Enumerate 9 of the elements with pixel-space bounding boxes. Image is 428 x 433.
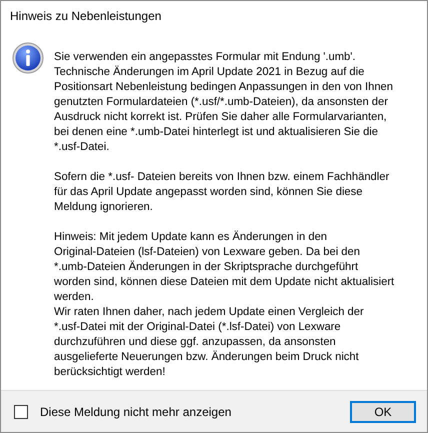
message-paragraph: Hinweis: Mit jedem Update kann es Änderungen in den Original-Dateien (lsf-Dateien) von Lexware geben. Da bei den *.umb-Dateien Änderungen in der Skriptsprache durchgeführt worden sind, können diese Dateien mit dem Update nicht aktualisiert werden. (54, 230, 394, 305)
window-title: Hinweis zu Nebenleistungen (10, 9, 162, 23)
checkbox-label: Diese Meldung nicht mehr anzeigen (40, 404, 232, 418)
info-icon (12, 42, 44, 74)
ok-button[interactable]: OK (350, 400, 416, 422)
checkbox[interactable] (14, 404, 28, 418)
message-paragraph: Sofern die *.usf- Dateien bereits von Ihnen bzw. einem Fachhändler für das April Update angepasst worden sind, können Sie diese Meldung ignorieren. (54, 170, 390, 215)
message-paragraph: Sie verwenden ein angepasstes Formular mit Endung '.umb'. Technische Änderungen im April Update 2021 in Bezug auf die Positionsart Nebenleistung bedingen Anpassungen in den von Ihnen genutzten Formulardateien (*.usf/*.umb-Dateien), da ansonsten der Ausdruck nicht korrekt ist. Prüfen Sie daher alle Formularvarianten, bei denen eine *.umb-Datei hinterlegt ist und aktualisieren Sie die *.usf-Datei. (54, 50, 394, 155)
message-paragraph: Wir raten Ihnen daher, nach jedem Update einen Vergleich der *.usf-Datei mit der Original-Datei (*.lsf-Datei) von Lexware durchzuführen und diese ggf. anzupassen, da ansonsten ausgelieferte Neuerungen bzw. Änderungen beim Druck nicht berücksichtigt werden! (54, 305, 365, 380)
